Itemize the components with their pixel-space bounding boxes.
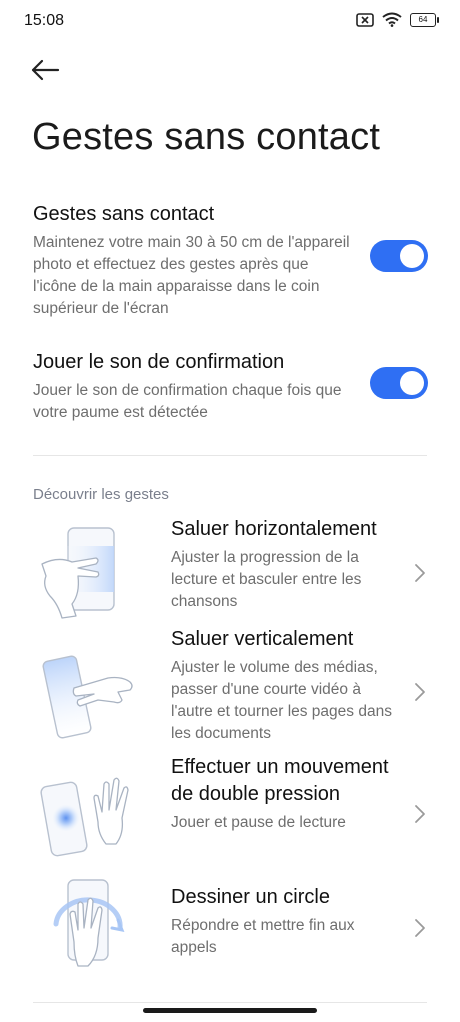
wave-vertical-icon	[38, 648, 138, 748]
section-header: Découvrir les gestes	[33, 486, 169, 503]
gesture-text: Effectuer un mouvement de double pressio…	[171, 754, 396, 834]
setting-description: Maintenez votre main 30 à 50 cm de l'app…	[33, 234, 350, 317]
arrow-left-icon	[31, 59, 60, 81]
gesture-text: Dessiner un circle Répondre et mettre fi…	[171, 884, 396, 959]
double-press-icon	[38, 762, 138, 862]
gesture-description: Ajuster la progression de la lecture et …	[171, 549, 362, 610]
page-title: Gestes sans contact	[32, 116, 381, 158]
gesture-item-wave-vertical[interactable]: Saluer verticalement Ajuster le volume d…	[0, 626, 460, 746]
toggle-knob	[400, 371, 424, 395]
gesture-item-draw-circle[interactable]: Dessiner un circle Répondre et mettre fi…	[0, 879, 460, 984]
sim-off-icon	[356, 12, 374, 27]
gesture-description: Jouer et pause de lecture	[171, 814, 346, 831]
setting-description: Jouer le son de confirmation chaque fois…	[33, 382, 342, 421]
back-button[interactable]	[30, 58, 66, 88]
chevron-right-icon	[415, 919, 425, 937]
chevron-right-icon	[415, 564, 425, 582]
gesture-description: Ajuster le volume des médias, passer d'u…	[171, 659, 392, 742]
status-icons: 64	[356, 12, 439, 27]
gestures-toggle[interactable]	[370, 240, 428, 272]
chevron-right-icon	[415, 805, 425, 823]
setting-confirmation-sound: Jouer le son de confirmation Jouer le so…	[33, 351, 428, 424]
gesture-description: Répondre et mettre fin aux appels	[171, 917, 355, 956]
divider	[33, 1002, 427, 1003]
gesture-text: Saluer horizontalement Ajuster la progre…	[171, 516, 396, 613]
home-indicator[interactable]	[143, 1008, 317, 1013]
gesture-title: Saluer horizontalement	[171, 518, 377, 540]
status-bar: 15:08 64	[0, 0, 460, 44]
gesture-title: Effectuer un mouvement de double pressio…	[171, 756, 389, 805]
status-time: 15:08	[24, 12, 65, 29]
chevron-right-icon	[415, 683, 425, 701]
setting-touchless-gestures: Gestes sans contact Maintenez votre main…	[33, 203, 428, 320]
wave-horizontal-icon	[38, 524, 138, 624]
setting-title: Gestes sans contact	[33, 203, 215, 225]
gesture-title: Saluer verticalement	[171, 628, 354, 650]
draw-circle-icon	[38, 876, 138, 976]
divider	[33, 455, 427, 456]
battery-icon: 64	[410, 12, 439, 27]
gesture-title: Dessiner un circle	[171, 886, 330, 908]
wifi-icon	[382, 12, 402, 27]
gesture-item-double-press[interactable]: Effectuer un mouvement de double pressio…	[0, 754, 460, 864]
toggle-knob	[400, 244, 424, 268]
gesture-text: Saluer verticalement Ajuster le volume d…	[171, 626, 396, 745]
confirmation-sound-toggle[interactable]	[370, 367, 428, 399]
gesture-item-wave-horizontal[interactable]: Saluer horizontalement Ajuster la progre…	[0, 516, 460, 619]
setting-title: Jouer le son de confirmation	[33, 351, 285, 373]
